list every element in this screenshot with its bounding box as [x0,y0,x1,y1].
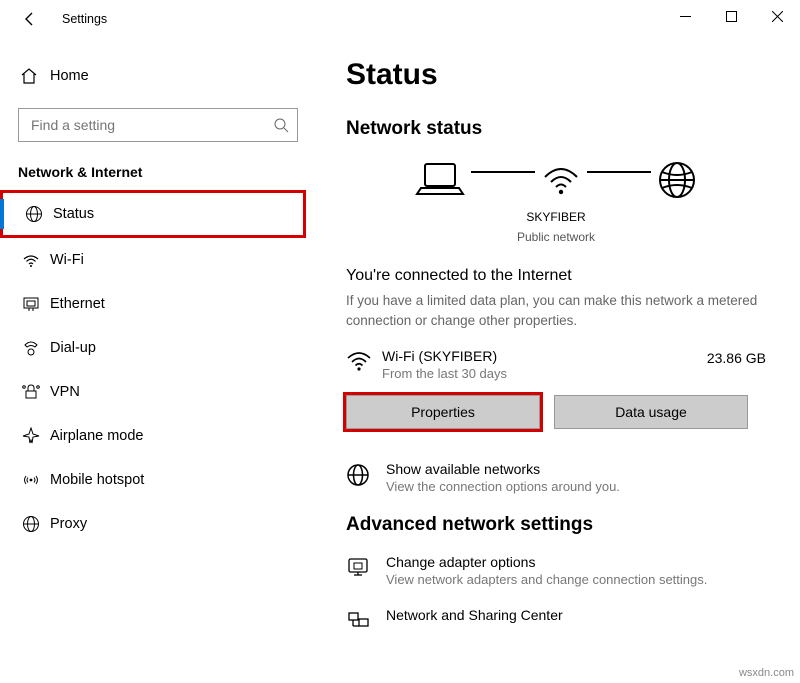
arrow-left-icon [22,11,38,27]
adapter-options-link[interactable]: Change adapter options View network adap… [346,554,766,587]
home-label: Home [50,68,89,84]
section-header: Network & Internet [0,142,320,190]
sidebar-item-airplane[interactable]: Airplane mode [0,414,320,458]
adapter-sub: View network adapters and change connect… [386,572,707,587]
connection-usage: 23.86 GB [707,348,766,366]
wifi-icon [541,163,581,197]
sidebar-item-hotspot[interactable]: Mobile hotspot [0,458,320,502]
watermark: wsxdn.com [739,667,794,679]
diagram-line [587,171,651,173]
airplane-icon [22,427,50,445]
sidebar-item-label: Airplane mode [50,428,144,444]
search-input[interactable] [29,116,273,134]
sidebar-item-wifi[interactable]: Wi-Fi [0,238,320,282]
main-content: Status Network status SKYFIBER Public ne… [320,38,800,683]
sidebar-item-ethernet[interactable]: Ethernet [0,282,320,326]
search-box[interactable] [18,108,298,142]
home-icon [20,67,46,85]
diagram-ssid: SKYFIBER [346,210,766,226]
globe-icon [346,461,386,487]
show-networks-link[interactable]: Show available networks View the connect… [346,461,766,494]
network-status-heading: Network status [346,118,766,140]
sidebar-item-label: Mobile hotspot [50,472,144,488]
connection-name: Wi-Fi (SKYFIBER) [382,348,707,364]
sharing-center-link[interactable]: Network and Sharing Center [346,607,766,633]
sharing-title: Network and Sharing Center [386,607,563,623]
minimize-icon [680,11,691,22]
advanced-heading: Advanced network settings [346,514,766,536]
window-title: Settings [62,12,107,26]
back-button[interactable] [20,11,40,27]
vpn-icon [22,383,50,401]
close-button[interactable] [754,0,800,32]
sidebar-item-dialup[interactable]: Dial-up [0,326,320,370]
wifi-icon [22,251,50,269]
show-networks-sub: View the connection options around you. [386,479,620,494]
globe-icon [657,160,697,200]
sidebar-item-proxy[interactable]: Proxy [0,502,320,546]
sidebar: Home Network & Internet Status Wi-Fi [0,38,320,683]
close-icon [772,11,783,22]
search-icon [273,117,289,133]
connected-desc: If you have a limited data plan, you can… [346,291,766,330]
adapter-icon [346,554,386,580]
diagram-line [471,171,535,173]
home-nav[interactable]: Home [0,56,320,96]
network-diagram [346,158,766,202]
dialup-icon [22,339,50,357]
diagram-net-type: Public network [346,230,766,246]
wifi-icon [346,348,382,372]
laptop-icon [415,158,465,202]
sidebar-item-label: Dial-up [50,340,96,356]
adapter-title: Change adapter options [386,554,707,570]
connection-period: From the last 30 days [382,366,707,381]
minimize-button[interactable] [662,0,708,32]
maximize-button[interactable] [708,0,754,32]
properties-button[interactable]: Properties [346,395,540,429]
ethernet-icon [22,295,50,313]
sidebar-item-label: Proxy [50,516,87,532]
show-networks-title: Show available networks [386,461,620,477]
sidebar-item-label: Status [53,206,94,222]
sidebar-item-vpn[interactable]: VPN [0,370,320,414]
connection-row: Wi-Fi (SKYFIBER) From the last 30 days 2… [346,348,766,381]
sidebar-item-label: VPN [50,384,80,400]
maximize-icon [726,11,737,22]
globe-icon [25,205,53,223]
sidebar-item-label: Wi-Fi [50,252,84,268]
sidebar-item-label: Ethernet [50,296,105,312]
connected-title: You're connected to the Internet [346,267,766,285]
proxy-icon [22,515,50,533]
data-usage-button[interactable]: Data usage [554,395,748,429]
sharing-icon [346,607,386,633]
page-title: Status [346,58,766,92]
sidebar-item-status[interactable]: Status [0,190,306,238]
hotspot-icon [22,471,50,489]
